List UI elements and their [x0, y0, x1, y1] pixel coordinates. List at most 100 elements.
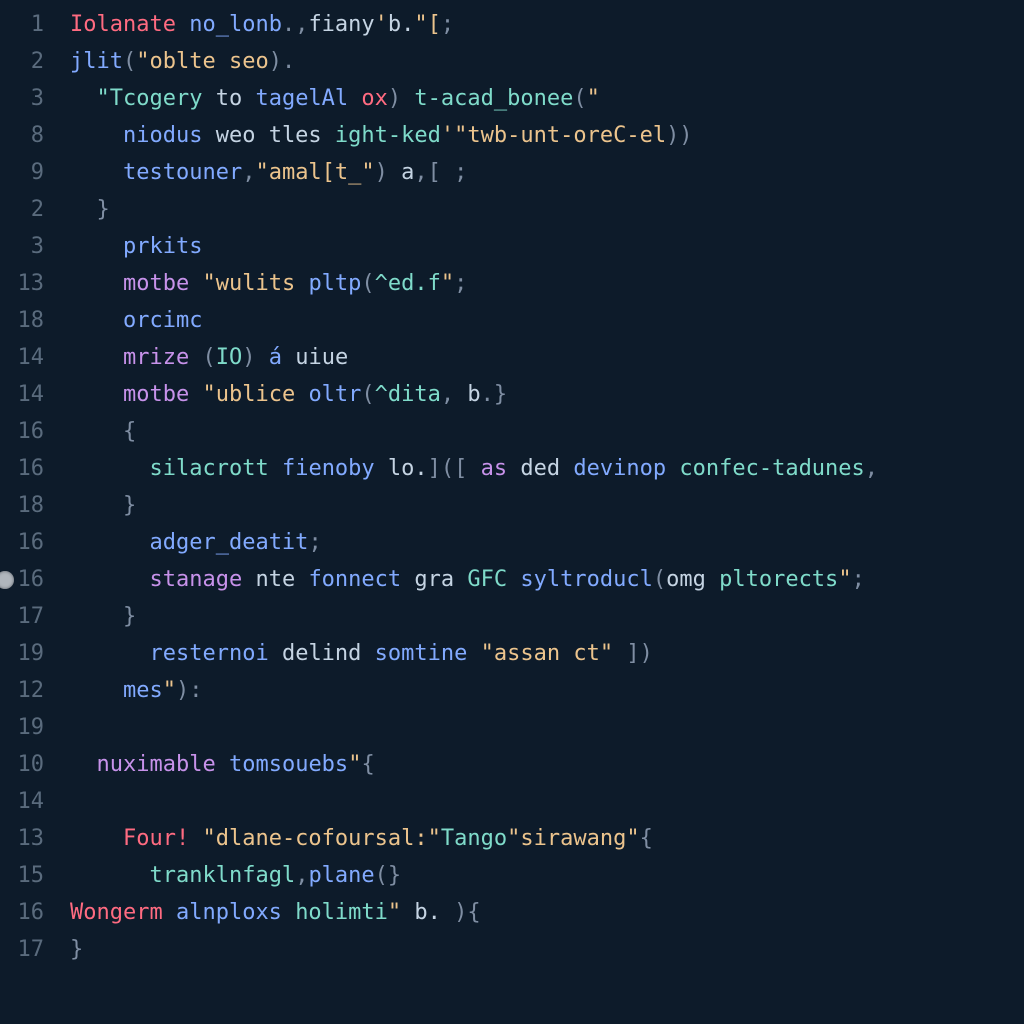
code-line[interactable]: Wongerm alnploxs holimti" b. ){	[70, 894, 1024, 931]
token-id: lo.	[375, 456, 428, 481]
code-line[interactable]: prkits	[70, 228, 1024, 265]
token-str: "[	[414, 12, 441, 37]
token-pun: (	[653, 567, 666, 592]
token-pun: ))	[666, 123, 693, 148]
token-str: "assan ct"	[481, 641, 613, 666]
token-id: b.	[388, 12, 415, 37]
code-line[interactable]	[70, 783, 1024, 820]
code-line[interactable]: adger_deatit;	[70, 524, 1024, 561]
token-fn: oltr	[308, 382, 361, 407]
token-id	[70, 160, 123, 185]
token-fn: pltp	[308, 271, 361, 296]
code-line[interactable]: }	[70, 191, 1024, 228]
token-str: "	[626, 826, 639, 851]
token-id	[348, 86, 361, 111]
line-number: 1	[0, 6, 60, 43]
code-line[interactable]: resternoi delind somtine "assan ct" ])	[70, 635, 1024, 672]
line-number: 17	[0, 598, 60, 635]
token-kw: motbe	[123, 271, 189, 296]
token-id	[401, 86, 414, 111]
code-line[interactable]: nuximable tomsouebs"{	[70, 746, 1024, 783]
code-content[interactable]: Iolanate no_lonb.,fiany'b."[;jlit("oblte…	[60, 0, 1024, 1024]
token-pun: ){	[454, 900, 481, 925]
line-number: 16	[0, 524, 60, 561]
code-line[interactable]: }	[70, 931, 1024, 968]
code-line[interactable]: }	[70, 487, 1024, 524]
breakpoint-icon[interactable]	[0, 571, 14, 589]
code-line[interactable]: }	[70, 598, 1024, 635]
token-str: '	[375, 12, 388, 37]
token-pun: }	[70, 604, 136, 629]
token-fn: fienoby	[282, 456, 375, 481]
token-fn: tagelAl	[255, 86, 348, 111]
code-line[interactable]: orcimc	[70, 302, 1024, 339]
token-type: "Tcogery	[97, 86, 203, 111]
line-number: 16	[0, 450, 60, 487]
code-line[interactable]: stanage nte fonnect gra GFC syltroducl(o…	[70, 561, 1024, 598]
code-line[interactable]: tranklnfagl,plane(}	[70, 857, 1024, 894]
token-fn: prkits	[123, 234, 202, 259]
token-id: a	[401, 160, 414, 185]
token-fn: á	[269, 345, 282, 370]
token-id: to	[202, 86, 255, 111]
token-type: confec-tadunes	[679, 456, 864, 481]
token-id	[70, 308, 123, 333]
token-type: pltorects	[719, 567, 838, 592]
token-str: "oblte seo	[136, 49, 268, 74]
code-line[interactable]	[70, 709, 1024, 746]
line-number: 12	[0, 672, 60, 709]
token-fn: devinop	[573, 456, 666, 481]
line-number: 13	[0, 265, 60, 302]
code-line[interactable]: silacrott fienoby lo.]([ as ded devinop …	[70, 450, 1024, 487]
token-pun: ;	[308, 530, 321, 555]
token-id: nte	[242, 567, 308, 592]
token-pun: )	[269, 49, 282, 74]
token-id: delind	[269, 641, 375, 666]
line-number: 18	[0, 487, 60, 524]
code-line[interactable]: Four! "dlane-cofoursal:"Tango"sirawang"{	[70, 820, 1024, 857]
token-str: "dlane-cofoursal:	[202, 826, 427, 851]
code-line[interactable]: mes"):	[70, 672, 1024, 709]
token-fn: orcimc	[123, 308, 202, 333]
token-str: "	[428, 826, 441, 851]
code-line[interactable]: "Tcogery to tagelAl ox) t-acad_bonee("	[70, 80, 1024, 117]
token-pun: )	[388, 86, 401, 111]
token-pun: )	[375, 160, 402, 185]
token-pun: (	[361, 382, 374, 407]
code-line[interactable]: mrize (IO) á uiue	[70, 339, 1024, 376]
line-number: 16	[0, 561, 60, 598]
token-id	[70, 123, 123, 148]
line-number: 10	[0, 746, 60, 783]
token-fn: no_lonb	[189, 12, 282, 37]
code-line[interactable]: niodus weo tles ight-ked'"twb-unt-oreC-e…	[70, 117, 1024, 154]
token-str: "	[587, 86, 600, 111]
token-id	[70, 641, 149, 666]
token-pun: .,	[282, 12, 309, 37]
code-line[interactable]: Iolanate no_lonb.,fiany'b."[;	[70, 6, 1024, 43]
code-line[interactable]: testouner,"amal[t_") a,[ ;	[70, 154, 1024, 191]
token-id	[269, 456, 282, 481]
token-pun: (	[573, 86, 586, 111]
token-pun: ,	[865, 456, 878, 481]
line-number: 14	[0, 376, 60, 413]
token-id: b	[467, 382, 480, 407]
code-line[interactable]: motbe "ublice oltr(^dita, b.}	[70, 376, 1024, 413]
token-id	[70, 826, 123, 851]
token-id	[70, 530, 149, 555]
code-line[interactable]: {	[70, 413, 1024, 450]
code-editor[interactable]: 1238923131814141616181616171912191014131…	[0, 0, 1024, 1024]
token-id: omg	[666, 567, 706, 592]
line-number: 14	[0, 783, 60, 820]
token-type: tranklnfagl	[149, 863, 295, 888]
token-fn: tomsouebs	[229, 752, 348, 777]
token-id	[70, 752, 97, 777]
token-id	[282, 900, 295, 925]
token-prop: Iolanate	[70, 12, 176, 37]
token-id	[70, 567, 149, 592]
code-line[interactable]: motbe "wulits pltp(^ed.f";	[70, 265, 1024, 302]
code-line[interactable]: jlit("oblte seo).	[70, 43, 1024, 80]
token-id: fiany	[308, 12, 374, 37]
token-pun: ;	[852, 567, 865, 592]
line-number: 17	[0, 931, 60, 968]
line-number: 8	[0, 117, 60, 154]
